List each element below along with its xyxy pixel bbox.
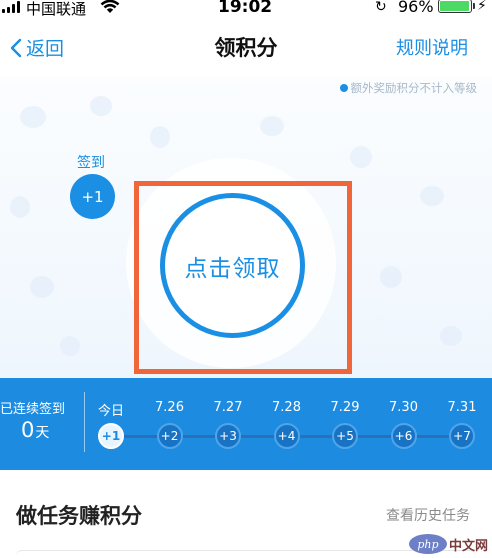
background-pattern xyxy=(380,266,402,288)
divider xyxy=(84,392,85,452)
watermark: php 中文网 xyxy=(408,534,488,554)
streak-label: 已连续签到 xyxy=(0,402,66,417)
task-card xyxy=(16,550,476,558)
info-dot-icon xyxy=(339,84,348,92)
day-points-node: +2 xyxy=(156,423,183,449)
background-pattern xyxy=(10,196,30,218)
points-hero: 额外奖励积分不计入等级 签到 +1 点击领取 xyxy=(0,76,492,378)
background-pattern xyxy=(420,186,444,206)
task-history-link[interactable]: 查看历史任务 xyxy=(386,505,470,525)
rules-link[interactable]: 规则说明 xyxy=(396,34,468,60)
status-bar: 中国联通 19:02 ↻ 96% ⚡ xyxy=(0,0,492,18)
checkin-points-badge: +1 xyxy=(70,174,115,219)
day-label: 7.28 xyxy=(272,400,301,415)
clock-time: 19:02 xyxy=(218,0,273,17)
day-label: 7.30 xyxy=(389,400,418,415)
day-label: 7.29 xyxy=(330,400,360,415)
bolt-icon: ⚡ xyxy=(477,0,487,14)
watermark-text: 中文网 xyxy=(448,538,488,554)
background-pattern xyxy=(30,276,54,298)
bonus-note: 额外奖励积分不计入等级 xyxy=(339,80,478,96)
day-points-node: +5 xyxy=(332,423,358,449)
background-pattern xyxy=(20,106,46,128)
streak-days-value: 0 xyxy=(21,418,35,442)
tasks-title: 做任务赚积分 xyxy=(16,504,142,528)
battery-percent: 96% xyxy=(398,0,434,16)
background-pattern xyxy=(260,116,284,136)
streak-days-unit: 天 xyxy=(35,425,50,441)
background-pattern xyxy=(60,336,80,356)
battery-level-fill xyxy=(440,1,469,11)
checkin-label: 签到 xyxy=(77,155,105,171)
background-pattern xyxy=(440,326,462,346)
background-pattern xyxy=(90,96,112,116)
signal-bars-icon xyxy=(2,1,20,13)
wifi-icon xyxy=(100,0,120,13)
day-points-node: +3 xyxy=(215,423,241,449)
bonus-note-text: 额外奖励积分不计入等级 xyxy=(350,81,478,95)
day-label: 7.26 xyxy=(155,400,184,415)
day-points-node: +1 xyxy=(98,423,124,449)
nav-bar: 返回 领积分 规则说明 xyxy=(0,18,492,76)
day-label: 7.27 xyxy=(213,400,243,415)
background-pattern xyxy=(150,126,170,148)
battery-icon xyxy=(438,0,475,13)
background-pattern xyxy=(350,146,372,168)
day-points-node: +4 xyxy=(273,423,300,449)
watermark-logo: php xyxy=(408,534,447,554)
carrier-name: 中国联通 xyxy=(26,0,87,18)
day-label: 今日 xyxy=(97,404,124,419)
checkin-streak-bar: 已连续签到 0 天 今日 +1 7.26 +2 7.27 +3 7.28 +4 7.29 +5 7.… xyxy=(0,378,492,470)
orientation-lock-icon: ↻ xyxy=(375,0,387,15)
streak-count: 0 天 xyxy=(21,418,49,442)
day-points-node: +7 xyxy=(449,423,475,449)
day-label: 7.31 xyxy=(447,400,477,415)
highlight-box xyxy=(134,181,352,374)
day-points-node: +6 xyxy=(390,423,417,449)
